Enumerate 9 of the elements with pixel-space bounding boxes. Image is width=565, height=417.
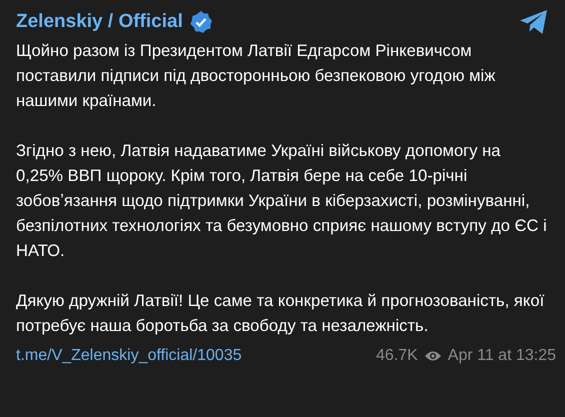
view-count: 46.7K xyxy=(376,347,418,365)
message-paragraph: Згідно з нею, Латвія надаватиме Україні військову допомогу на 0,25% ВВП щороку. Крім того, Латвія бере на себе 10-річні зобовʼязання щодо підтримки України в кіберзахисті, розмінуванні, безпілотних технологіях та безумовно сприяє нашому вступу до ЄС і НАТО. xyxy=(16,140,548,262)
post-link[interactable]: t.me/V_Zelenskiy_official/10035 xyxy=(16,347,242,365)
telegram-logo-icon xyxy=(519,9,549,35)
post-date: Apr 11 at 13:25 xyxy=(448,347,556,365)
message-paragraph: Дякую дружній Латвії! Це саме та конкретика й прогнозованість, якої потребує наша боротьба за свободу та незалежність. xyxy=(16,290,546,337)
eye-icon xyxy=(424,350,442,362)
message-paragraph: Щойно разом із Президентом Латвії Едгарсом Рінкевичсом поставили підписи під двосторонньою безпековою угодою між нашими країнами. xyxy=(16,40,496,112)
channel-name[interactable]: Zelenskiy / Official xyxy=(16,11,183,33)
